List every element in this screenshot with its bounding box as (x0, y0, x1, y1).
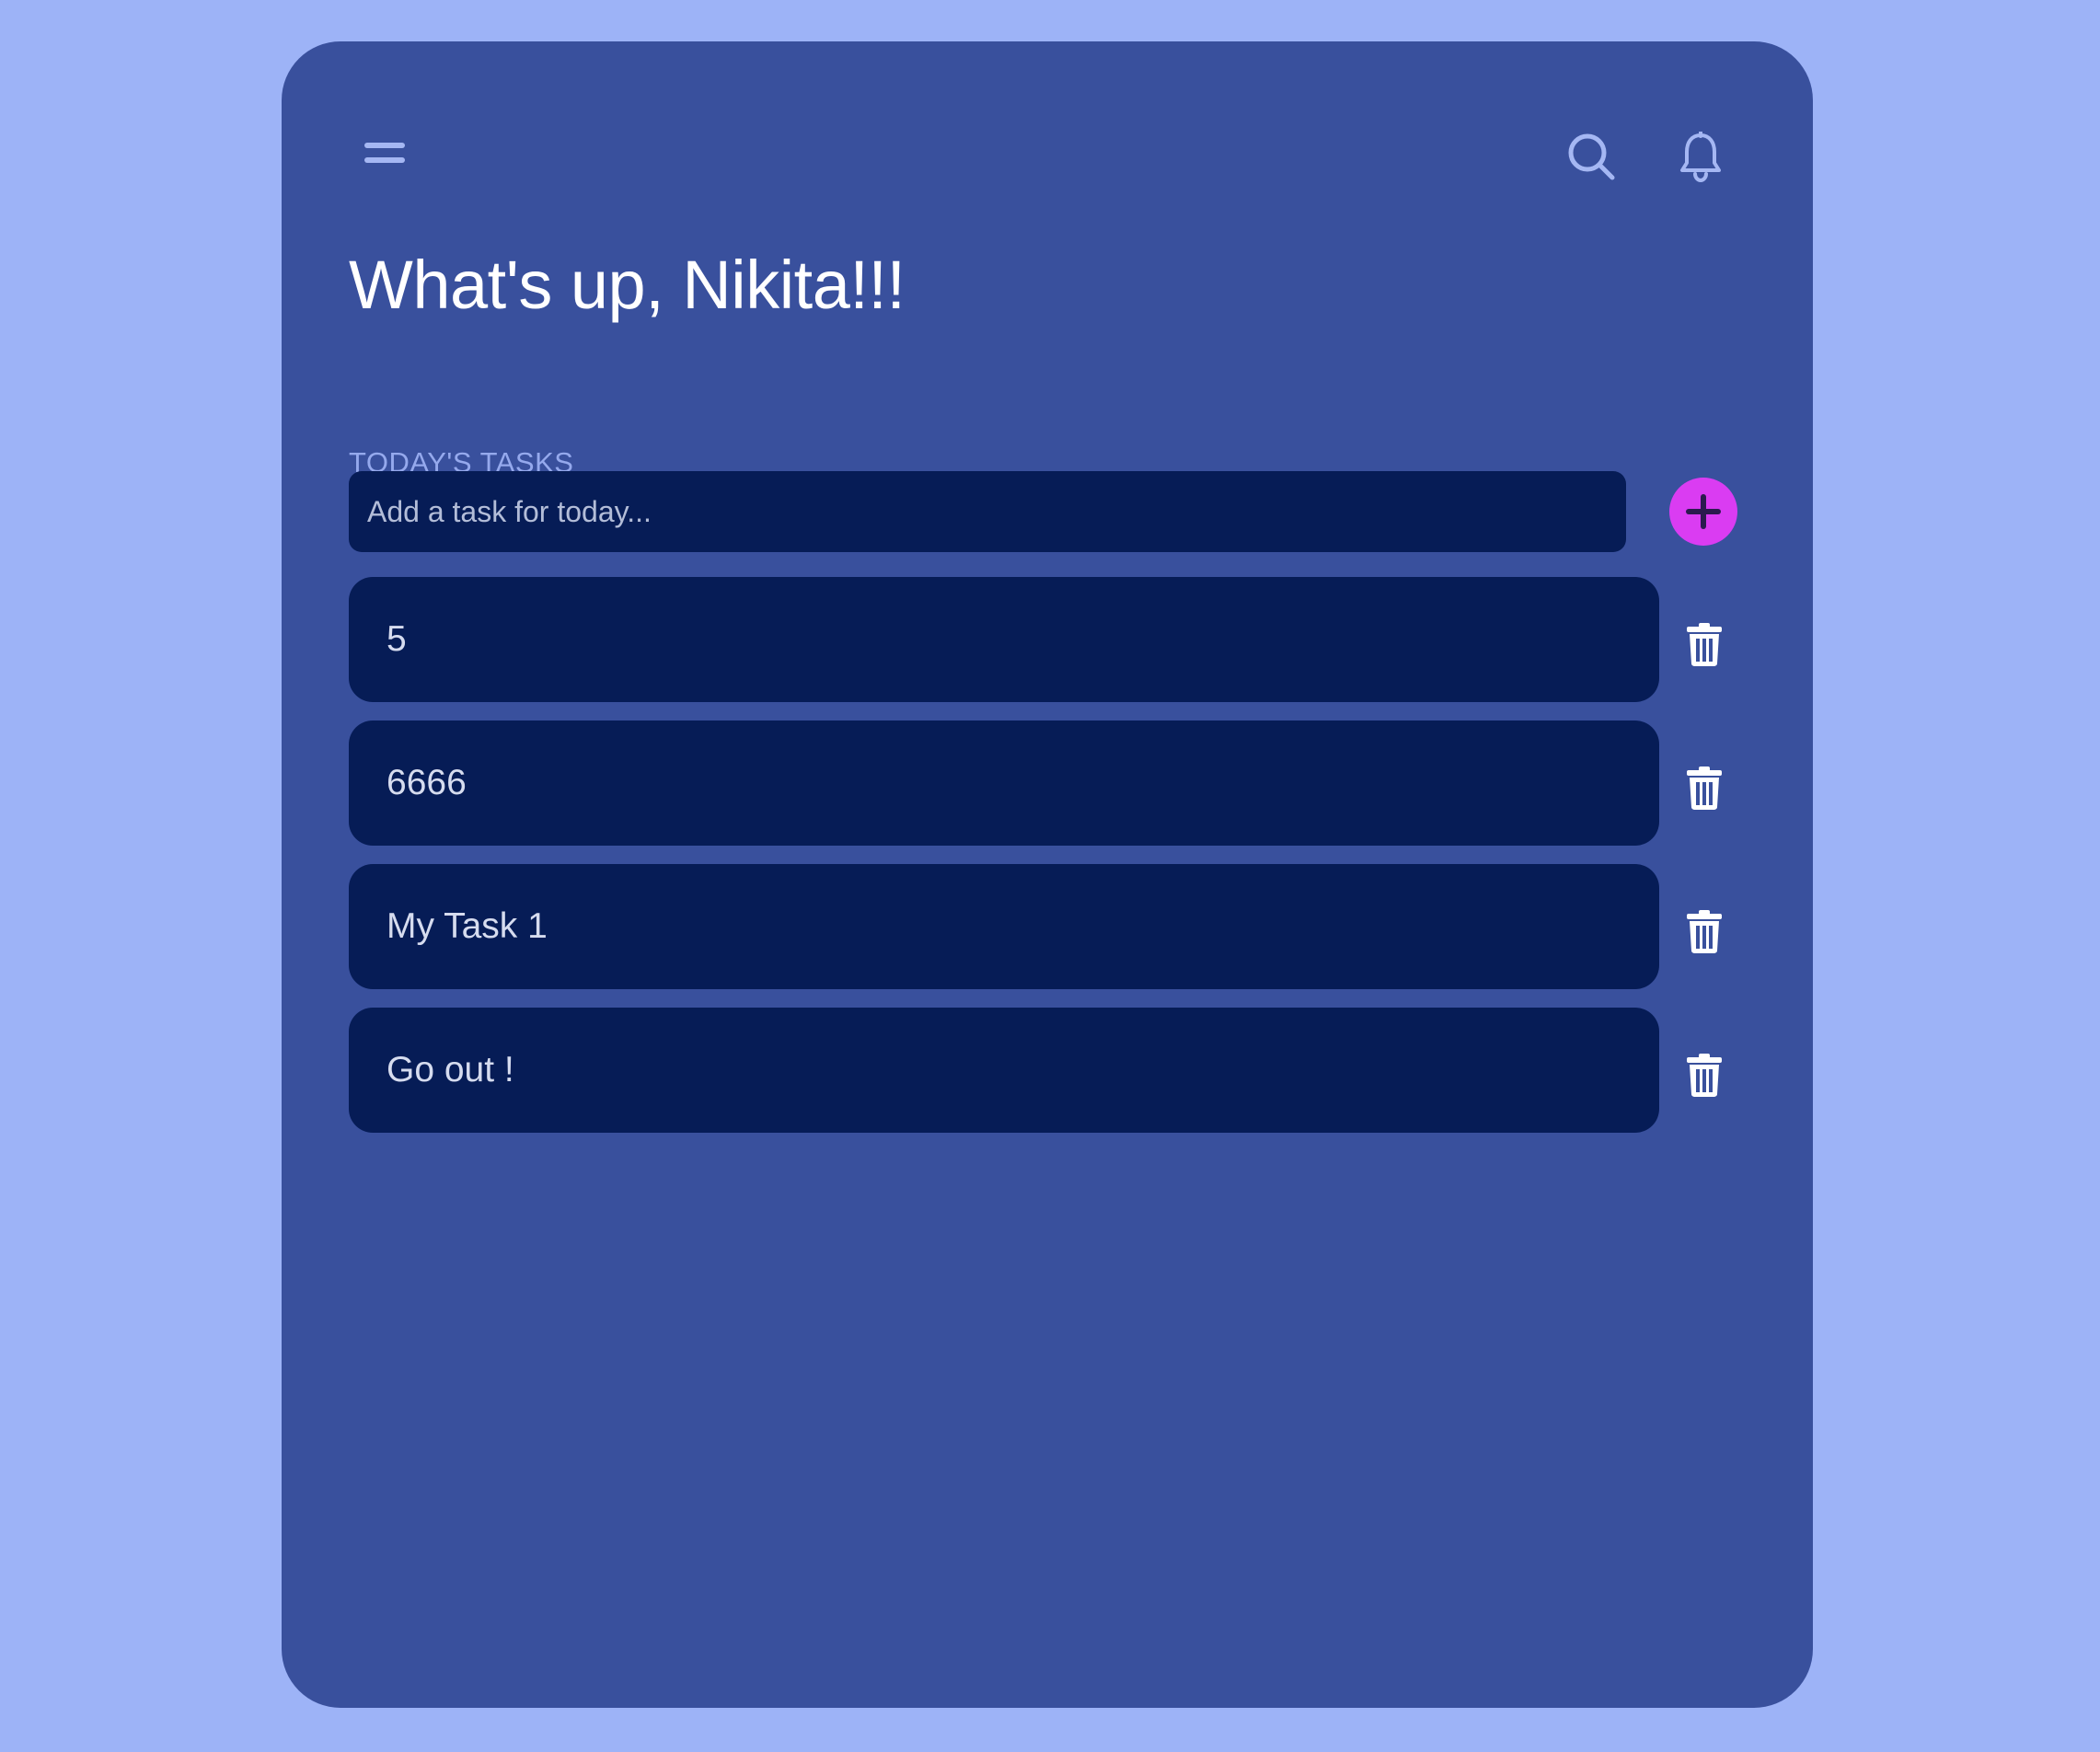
notifications-button[interactable] (1679, 131, 1723, 183)
trash-icon (1687, 910, 1722, 953)
task-text: 6666 (387, 763, 467, 802)
trash-icon (1687, 1054, 1722, 1097)
task-text: Go out ! (387, 1050, 514, 1089)
menu-button[interactable] (364, 137, 405, 168)
task-list: 5 6666 My Task 1 Go out ! (349, 577, 1738, 1151)
delete-task-button[interactable] (1685, 910, 1724, 954)
task-text: My Task 1 (387, 906, 548, 946)
trash-icon (1687, 623, 1722, 666)
hamburger-menu-icon (364, 143, 405, 148)
task-text: 5 (387, 619, 407, 659)
task-row: 5 (349, 577, 1738, 702)
trash-icon (1687, 766, 1722, 810)
app-panel: What's up, Nikita!!! TODAY'S TASKS 5 (282, 41, 1813, 1708)
plus-icon (1686, 494, 1721, 529)
task-card[interactable]: Go out ! (349, 1008, 1659, 1133)
add-task-button[interactable] (1669, 478, 1737, 546)
delete-task-button[interactable] (1685, 766, 1724, 811)
task-card[interactable]: 5 (349, 577, 1659, 702)
task-card[interactable]: My Task 1 (349, 864, 1659, 989)
task-row: Go out ! (349, 1008, 1738, 1133)
delete-task-button[interactable] (1685, 1054, 1724, 1098)
greeting-title: What's up, Nikita!!! (349, 247, 906, 323)
new-task-input[interactable] (349, 471, 1626, 552)
task-card[interactable]: 6666 (349, 720, 1659, 846)
task-row: My Task 1 (349, 864, 1738, 989)
delete-task-button[interactable] (1685, 623, 1724, 667)
hamburger-menu-icon-line (364, 157, 405, 163)
bell-icon (1680, 131, 1721, 183)
search-button[interactable] (1566, 132, 1616, 181)
task-row: 6666 (349, 720, 1738, 846)
search-icon (1568, 133, 1615, 180)
